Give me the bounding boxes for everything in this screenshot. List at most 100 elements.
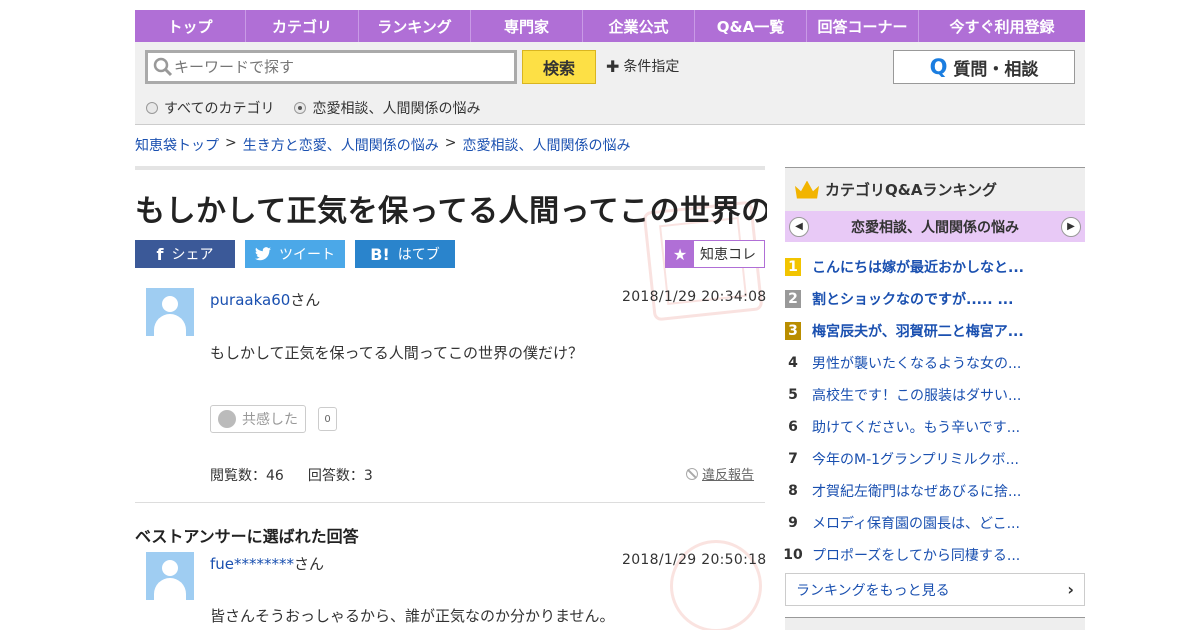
star-icon: ★ xyxy=(666,241,694,267)
twitter-tweet-label: ツイート xyxy=(279,247,335,263)
next-sidebar-section xyxy=(785,617,1085,630)
ranking-link[interactable]: 高校生です！この服装はダサい... xyxy=(812,385,1021,405)
view-count: 閲覧数：46 xyxy=(210,468,284,484)
ranking-link[interactable]: こんにちは嫁が最近おかしなと... xyxy=(812,257,1024,277)
ranking-header: カテゴリQ&Aランキング xyxy=(785,167,1085,211)
ranking-link[interactable]: 今年のM-1グランプリミルクボ... xyxy=(812,449,1019,469)
avatar[interactable] xyxy=(146,288,194,336)
breadcrumb-home[interactable]: 知恵袋トップ xyxy=(135,135,219,155)
list-item: 3 梅宮辰夫が、羽賀研二と梅宮ア... xyxy=(785,315,1085,347)
rank-number: 5 xyxy=(788,387,798,403)
conditions-link[interactable]: ✚ 条件指定 xyxy=(606,56,679,76)
breadcrumb-parent[interactable]: 生き方と恋愛、人間関係の悩み xyxy=(243,135,439,155)
hatena-label: はてブ xyxy=(397,247,440,263)
divider xyxy=(135,502,765,503)
radio-this-category[interactable]: 恋愛相談、人間関係の悩み xyxy=(294,98,480,118)
nav-register[interactable]: 今すぐ利用登録 xyxy=(919,10,1085,42)
ranking-category-switcher: ◀ 恋愛相談、人間関係の悩み ▶ xyxy=(785,211,1085,242)
ranking-link[interactable]: 助けてください。もう辛いです... xyxy=(812,417,1020,437)
answer-body: 皆さんそうおっしゃるから、誰が正気なのか分かりません。 xyxy=(210,607,615,625)
smile-icon xyxy=(218,410,236,428)
chevron-left-icon[interactable]: ◀ xyxy=(789,216,809,237)
search-icon xyxy=(153,57,173,77)
nav-top[interactable]: トップ xyxy=(135,10,246,42)
best-answer-heading: ベストアンサーに選ばれた回答 xyxy=(135,527,359,546)
question-body: もしかして正気を保ってる人間ってこの世界の僕だけ？ xyxy=(210,344,584,362)
answer-author-link[interactable]: fue******** xyxy=(210,555,294,573)
search-input[interactable] xyxy=(174,58,504,76)
report-link[interactable]: 違反報告 xyxy=(686,464,754,483)
ranking-link[interactable]: 割とショックなのですが..... ... xyxy=(812,289,1013,309)
rank-number: 8 xyxy=(788,483,798,499)
empathy-label: 共感した xyxy=(242,412,298,428)
ranking-category: 恋愛相談、人間関係の悩み xyxy=(851,219,1019,236)
plus-icon: ✚ xyxy=(606,56,620,76)
ask-question-label: 質問・相談 xyxy=(953,59,1039,80)
avatar[interactable] xyxy=(146,552,194,600)
honorific: さん xyxy=(290,291,321,309)
avatar-body-icon xyxy=(154,314,186,336)
nav-answer-corner[interactable]: 回答コーナー xyxy=(807,10,919,42)
hatena-icon: B! xyxy=(370,244,390,264)
facebook-icon: f xyxy=(156,244,164,264)
ranking-link[interactable]: プロポーズをしてから同棲する... xyxy=(812,545,1020,565)
chevron-right-icon: › xyxy=(1067,580,1074,599)
ranking-list: 1 こんにちは嫁が最近おかしなと... 2 割とショックなのですが..... ...… xyxy=(783,251,1085,571)
rank-number: 4 xyxy=(788,355,798,371)
honorific: さん xyxy=(294,555,325,573)
radio-cat-label: 恋愛相談、人間関係の悩み xyxy=(312,101,481,117)
crown-icon xyxy=(795,180,819,199)
q-logo-icon: Q xyxy=(929,55,948,79)
ranking-link[interactable]: 男性が襲いたくなるような女の... xyxy=(812,353,1021,373)
ranking-link[interactable]: メロディ保育園の園長は、どこ... xyxy=(812,513,1020,533)
search-field[interactable] xyxy=(145,50,517,84)
question-author: puraaka60さん xyxy=(210,289,320,310)
facebook-share-button[interactable]: f シェア xyxy=(135,240,235,268)
nav-category[interactable]: カテゴリ xyxy=(246,10,359,42)
ranking-link[interactable]: 梅宮辰夫が、羽賀研二と梅宮ア... xyxy=(812,321,1024,341)
nav-experts[interactable]: 専門家 xyxy=(471,10,583,42)
empathy-button[interactable]: 共感した xyxy=(210,405,306,433)
list-item: 8 才賀紀左衛門はなぜあびるに捨... xyxy=(785,475,1085,507)
category-ranking: カテゴリQ&Aランキング ◀ 恋愛相談、人間関係の悩み ▶ 1 こんにちは嫁が最近… xyxy=(783,167,1085,606)
question-author-link[interactable]: puraaka60 xyxy=(210,291,290,309)
chevron-right-icon[interactable]: ▶ xyxy=(1061,216,1081,237)
answer-count: 回答数：3 xyxy=(307,468,373,484)
radio-button[interactable] xyxy=(146,102,158,114)
twitter-tweet-button[interactable]: ツイート xyxy=(245,240,345,268)
rank-number: 7 xyxy=(788,451,798,467)
nav-official[interactable]: 企業公式 xyxy=(583,10,695,42)
facebook-share-label: シェア xyxy=(171,247,214,263)
breadcrumb: 知恵袋トップ > 生き方と恋愛、人間関係の悩み > 恋愛相談、人間関係の悩み xyxy=(135,135,630,155)
ranking-title: カテゴリQ&Aランキング xyxy=(825,181,997,199)
list-item: 4 男性が襲いたくなるような女の... xyxy=(785,347,1085,379)
rank-badge: 3 xyxy=(785,322,801,340)
list-item: 5 高校生です！この服装はダサい... xyxy=(785,379,1085,411)
ask-question-button[interactable]: Q 質問・相談 xyxy=(893,50,1075,84)
rank-number: 10 xyxy=(783,547,803,563)
list-item: 2 割とショックなのですが..... ... xyxy=(785,283,1085,315)
breadcrumb-current[interactable]: 恋愛相談、人間関係の悩み xyxy=(462,135,630,155)
report-label: 違反報告 xyxy=(702,468,755,483)
nav-ranking[interactable]: ランキング xyxy=(359,10,471,42)
divider xyxy=(135,166,765,170)
list-item: 1 こんにちは嫁が最近おかしなと... xyxy=(785,251,1085,283)
rank-badge: 2 xyxy=(785,290,801,308)
question-stats: 閲覧数：46 回答数：3 xyxy=(210,465,373,485)
more-ranking-button[interactable]: ランキングをもっと見る › xyxy=(785,573,1085,606)
radio-all-categories[interactable]: すべてのカテゴリ xyxy=(146,98,274,118)
avatar-head-icon xyxy=(162,560,178,576)
search-button[interactable]: 検索 xyxy=(522,50,596,84)
rank-badge: 1 xyxy=(785,258,801,276)
category-scope: すべてのカテゴリ 恋愛相談、人間関係の悩み xyxy=(146,98,480,118)
avatar-body-icon xyxy=(154,578,186,600)
empathy-count: 0 xyxy=(318,407,337,431)
radio-button-selected[interactable] xyxy=(294,102,307,114)
breadcrumb-separator: > xyxy=(225,135,237,151)
chie-collection-button[interactable]: ★ 知恵コレ xyxy=(665,240,765,268)
hatena-bookmark-button[interactable]: B! はてブ xyxy=(355,240,455,268)
nav-qa-list[interactable]: Q&A一覧 xyxy=(695,10,807,42)
breadcrumb-separator: > xyxy=(444,135,457,151)
list-item: 7 今年のM-1グランプリミルクボ... xyxy=(785,443,1085,475)
ranking-link[interactable]: 才賀紀左衛門はなぜあびるに捨... xyxy=(812,481,1021,501)
